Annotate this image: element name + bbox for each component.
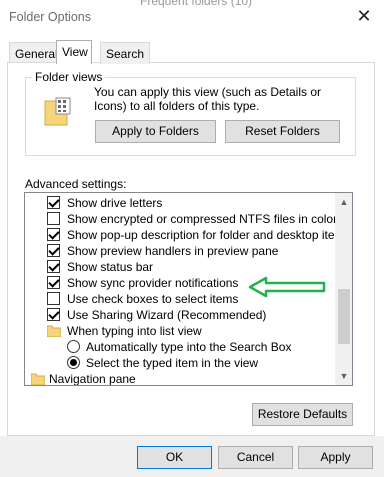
apply-to-folders-button[interactable]: Apply to Folders	[95, 120, 216, 143]
setting-select-typed-item[interactable]: Select the typed item in the view	[67, 355, 258, 371]
setting-show-encrypted-color[interactable]: Show encrypted or compressed NTFS files …	[47, 211, 337, 227]
annotation-arrow-icon	[248, 276, 326, 298]
folder-views-title: Folder views	[32, 70, 106, 84]
ok-button[interactable]: OK	[137, 446, 212, 469]
cancel-button[interactable]: Cancel	[218, 446, 293, 469]
tab-view[interactable]: View	[56, 40, 92, 64]
radio-button[interactable]	[67, 356, 80, 369]
group-when-typing: When typing into list view	[47, 323, 202, 339]
checkbox[interactable]	[47, 292, 60, 305]
checkbox[interactable]	[47, 212, 60, 225]
setting-use-check-boxes[interactable]: Use check boxes to select items	[47, 291, 238, 307]
scrollbar-thumb[interactable]	[338, 289, 350, 344]
close-icon[interactable]: ✕	[352, 4, 376, 28]
window-title: Folder Options	[9, 10, 91, 24]
folder-icon	[47, 325, 61, 337]
folder-icon	[31, 373, 45, 385]
restore-defaults-button[interactable]: Restore Defaults	[252, 403, 353, 426]
checkbox[interactable]	[47, 276, 60, 289]
setting-show-sync-notifications[interactable]: Show sync provider notifications	[47, 275, 238, 291]
apply-button[interactable]: Apply	[298, 446, 373, 469]
background-window-text: Frequent folders (10)	[140, 0, 253, 8]
setting-show-popup-description[interactable]: Show pop-up description for folder and d…	[47, 227, 351, 243]
setting-show-status-bar[interactable]: Show status bar	[47, 259, 153, 275]
scroll-down-icon[interactable]: ▼	[338, 370, 350, 382]
setting-show-preview-handlers[interactable]: Show preview handlers in preview pane	[47, 243, 278, 259]
setting-use-sharing-wizard[interactable]: Use Sharing Wizard (Recommended)	[47, 307, 266, 323]
radio-button[interactable]	[67, 340, 80, 353]
scroll-up-icon[interactable]: ▲	[338, 196, 350, 208]
setting-auto-type-search[interactable]: Automatically type into the Search Box	[67, 339, 291, 355]
reset-folders-button[interactable]: Reset Folders	[225, 120, 340, 143]
folder-views-description: You can apply this view (such as Details…	[94, 85, 322, 113]
tab-search[interactable]: Search	[100, 42, 151, 64]
checkbox[interactable]	[47, 196, 60, 209]
group-navigation-pane: Navigation pane	[31, 371, 136, 385]
checkbox[interactable]	[47, 260, 60, 273]
folder-view-icon	[44, 97, 71, 126]
checkbox[interactable]	[47, 228, 60, 241]
checkbox[interactable]	[47, 308, 60, 321]
setting-show-drive-letters[interactable]: Show drive letters	[47, 195, 162, 211]
advanced-settings-label: Advanced settings:	[25, 177, 127, 191]
checkbox[interactable]	[47, 244, 60, 257]
